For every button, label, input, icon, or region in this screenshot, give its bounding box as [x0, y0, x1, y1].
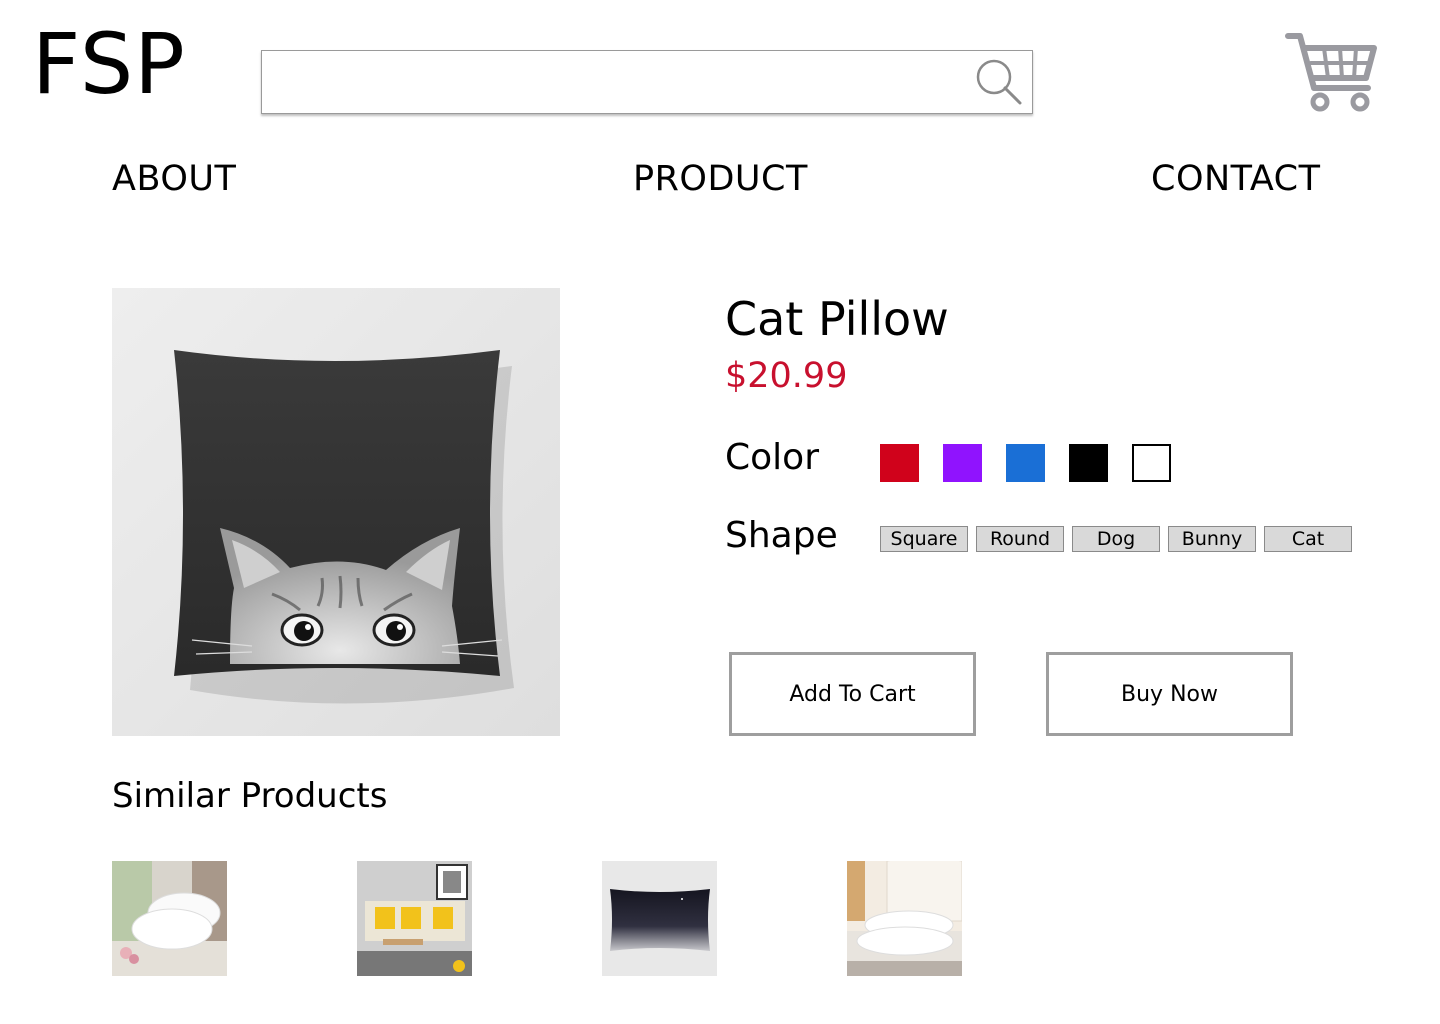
search-input[interactable] — [262, 51, 962, 113]
nav-contact[interactable]: CONTACT — [1151, 162, 1320, 197]
color-label: Color — [725, 437, 819, 478]
product-image — [112, 288, 560, 736]
shape-option-round[interactable]: Round — [976, 526, 1064, 552]
search-bar — [261, 50, 1033, 114]
similar-products-heading: Similar Products — [112, 776, 388, 816]
product-title: Cat Pillow — [725, 292, 949, 346]
color-swatches — [880, 444, 1171, 482]
color-swatch-red[interactable] — [880, 444, 919, 482]
shape-option-cat[interactable]: Cat — [1264, 526, 1352, 552]
nav-about[interactable]: ABOUT — [112, 162, 236, 197]
product-price: $20.99 — [725, 356, 848, 396]
shopping-cart-icon[interactable] — [1284, 30, 1380, 116]
search-icon[interactable] — [974, 57, 1024, 107]
similar-product-thumbnail[interactable] — [847, 861, 962, 976]
nav-product[interactable]: PRODUCT — [633, 162, 808, 197]
similar-product-thumbnail[interactable] — [602, 861, 717, 976]
color-swatch-purple[interactable] — [943, 444, 982, 482]
color-swatch-black[interactable] — [1069, 444, 1108, 482]
site-logo[interactable]: FSP — [32, 22, 186, 106]
shape-option-dog[interactable]: Dog — [1072, 526, 1160, 552]
shape-option-bunny[interactable]: Bunny — [1168, 526, 1256, 552]
similar-product-thumbnail[interactable] — [357, 861, 472, 976]
shape-label: Shape — [725, 515, 838, 556]
similar-product-thumbnail[interactable] — [112, 861, 227, 976]
color-swatch-white[interactable] — [1132, 444, 1171, 482]
shape-options: Square Round Dog Bunny Cat — [880, 526, 1352, 552]
buy-now-button[interactable]: Buy Now — [1046, 652, 1293, 736]
shape-option-square[interactable]: Square — [880, 526, 968, 552]
color-swatch-blue[interactable] — [1006, 444, 1045, 482]
add-to-cart-button[interactable]: Add To Cart — [729, 652, 976, 736]
